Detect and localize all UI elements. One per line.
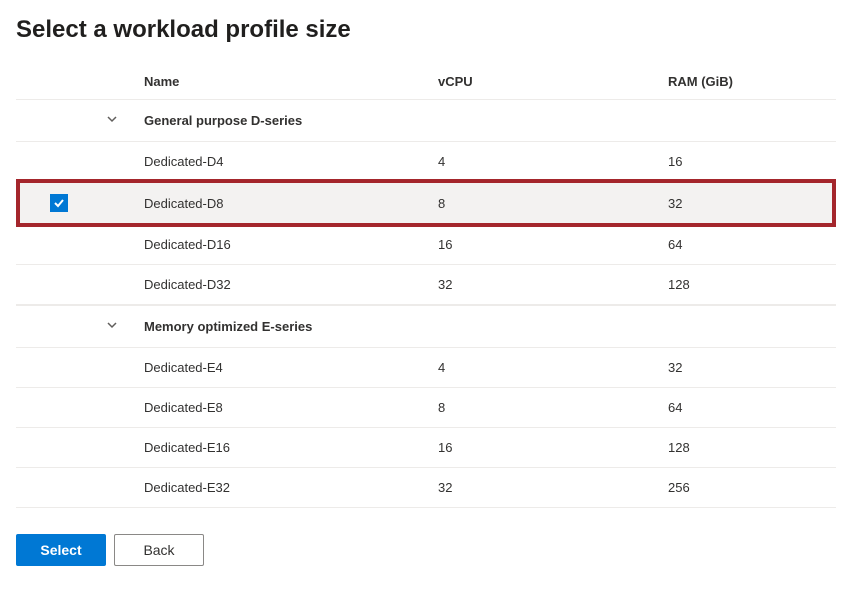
column-header-name[interactable]: Name <box>138 74 438 89</box>
chevron-down-icon <box>105 112 119 129</box>
row-name: Dedicated-D4 <box>138 154 438 169</box>
row-name: Dedicated-E16 <box>138 440 438 455</box>
column-header-ram[interactable]: RAM (GiB) <box>668 74 836 89</box>
back-button[interactable]: Back <box>114 534 204 566</box>
row-vcpu: 8 <box>438 400 668 415</box>
column-header-vcpu[interactable]: vCPU <box>438 74 668 89</box>
row-vcpu: 16 <box>438 237 668 252</box>
table-row-dedicated-d32[interactable]: Dedicated-D3232128 <box>16 265 836 305</box>
group-label: General purpose D-series <box>138 113 438 128</box>
table-row-dedicated-e8[interactable]: Dedicated-E8864 <box>16 388 836 428</box>
row-ram: 32 <box>668 360 836 375</box>
row-name: Dedicated-D16 <box>138 237 438 252</box>
table-row-dedicated-e32[interactable]: Dedicated-E3232256 <box>16 468 836 508</box>
table-header: Name vCPU RAM (GiB) <box>16 64 836 99</box>
row-vcpu: 16 <box>438 440 668 455</box>
group-row-memory-optimized-e-series[interactable]: Memory optimized E-series <box>16 305 836 348</box>
row-name: Dedicated-E32 <box>138 480 438 495</box>
footer-actions: Select Back <box>16 534 836 566</box>
group-row-general-purpose-d-series[interactable]: General purpose D-series <box>16 99 836 142</box>
row-ram: 64 <box>668 400 836 415</box>
select-button[interactable]: Select <box>16 534 106 566</box>
row-ram: 128 <box>668 277 836 292</box>
page-title: Select a workload profile size <box>16 16 836 44</box>
table-row-dedicated-d8[interactable]: Dedicated-D8832 <box>16 182 836 225</box>
row-vcpu: 4 <box>438 360 668 375</box>
row-vcpu: 32 <box>438 277 668 292</box>
row-ram: 256 <box>668 480 836 495</box>
row-name: Dedicated-D32 <box>138 277 438 292</box>
row-ram: 128 <box>668 440 836 455</box>
group-label: Memory optimized E-series <box>138 319 438 334</box>
row-ram: 32 <box>668 196 836 211</box>
table-row-dedicated-e16[interactable]: Dedicated-E1616128 <box>16 428 836 468</box>
table-row-dedicated-d16[interactable]: Dedicated-D161664 <box>16 225 836 265</box>
workload-table: Name vCPU RAM (GiB) General purpose D-se… <box>16 64 836 508</box>
row-name: Dedicated-E8 <box>138 400 438 415</box>
checkbox-checked[interactable] <box>50 194 68 212</box>
table-row-dedicated-d4[interactable]: Dedicated-D4416 <box>16 142 836 182</box>
row-vcpu: 8 <box>438 196 668 211</box>
row-ram: 16 <box>668 154 836 169</box>
table-row-dedicated-e4[interactable]: Dedicated-E4432 <box>16 348 836 388</box>
chevron-down-icon <box>105 318 119 335</box>
row-vcpu: 4 <box>438 154 668 169</box>
row-name: Dedicated-D8 <box>138 196 438 211</box>
row-vcpu: 32 <box>438 480 668 495</box>
row-name: Dedicated-E4 <box>138 360 438 375</box>
row-ram: 64 <box>668 237 836 252</box>
